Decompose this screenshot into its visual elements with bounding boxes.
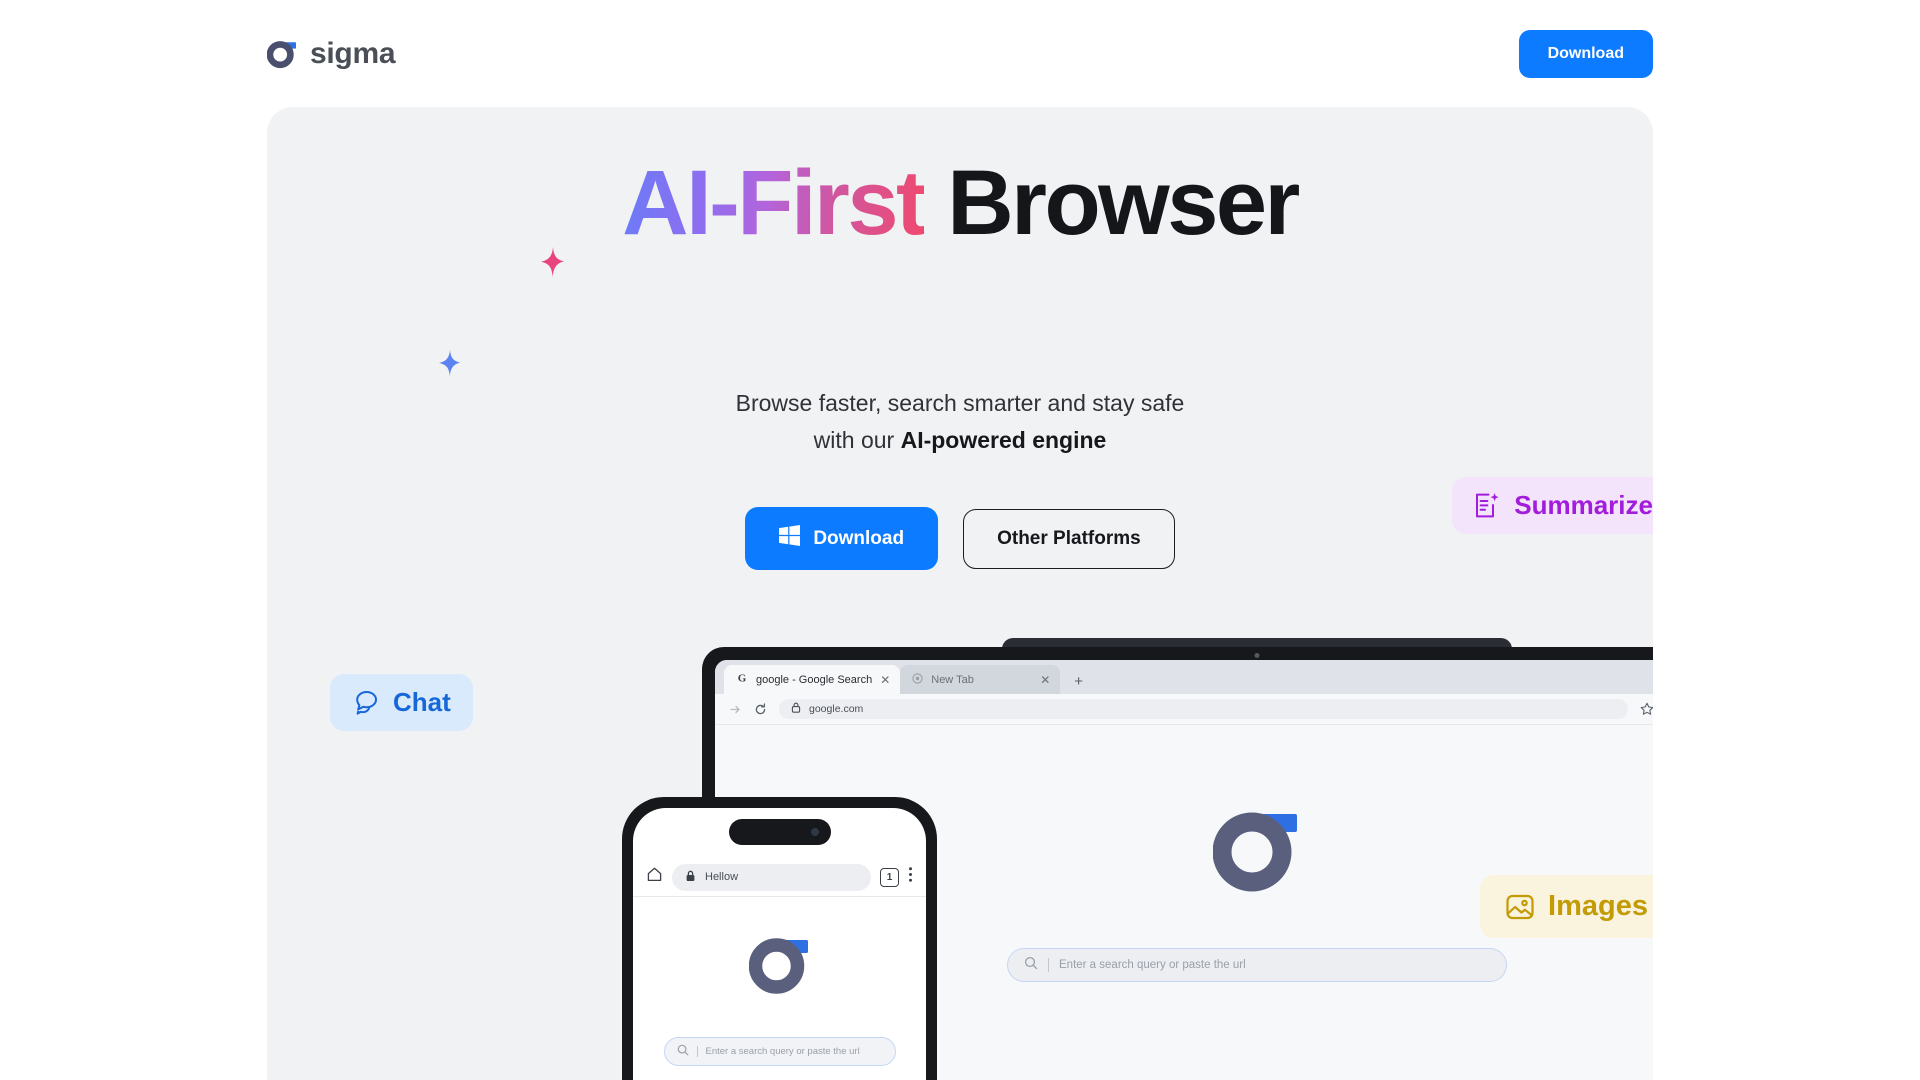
hero-subtitle-line1: Browse faster, search smarter and stay s…	[735, 390, 1185, 416]
browser-tab-newtab-close-icon[interactable]: ✕	[1040, 673, 1050, 687]
hero-section: AI-First Browser Browse faster, search s…	[267, 107, 1653, 1080]
hero-download-button[interactable]: Download	[745, 507, 939, 570]
feature-chip-images-label: Images	[1548, 890, 1648, 922]
hero-subtitle-line2-prefix: with our	[813, 427, 901, 453]
browser-tab-strip: G google - Google Search ✕ New Tab ✕ +	[715, 660, 1653, 694]
hero-subtitle: Browse faster, search smarter and stay s…	[267, 385, 1653, 459]
browser-url-text: google.com	[809, 703, 864, 715]
phone-notch	[728, 819, 831, 845]
search-divider	[696, 1046, 698, 1057]
header-download-button[interactable]: Download	[1518, 29, 1653, 78]
new-tab-favicon-icon	[912, 672, 923, 687]
new-tab-button[interactable]: +	[1060, 673, 1095, 694]
phone-tab-count[interactable]: 1	[880, 867, 899, 887]
browser-toolbar: google.com	[715, 694, 1653, 725]
svg-text:G: G	[738, 673, 747, 685]
browser-tab-close-icon[interactable]: ✕	[880, 673, 890, 687]
phone-url-bar[interactable]: Hellow	[672, 863, 871, 891]
forward-arrow-icon[interactable]	[729, 703, 742, 716]
sparkle-star-blue-icon	[438, 350, 462, 376]
bookmark-star-icon[interactable]	[1640, 702, 1653, 716]
search-divider	[1048, 958, 1049, 972]
feature-chip-summarize-label: Summarize	[1514, 490, 1653, 520]
page-title: AI-First Browser	[267, 157, 1653, 249]
other-platforms-button[interactable]: Other Platforms	[963, 508, 1175, 569]
home-icon[interactable]	[646, 866, 663, 888]
lock-icon	[685, 870, 696, 885]
browser-tab-newtab[interactable]: New Tab ✕	[900, 665, 1061, 694]
sigma-logo-phone-icon	[748, 933, 811, 995]
phone-search-input[interactable]: Enter a search query or paste the url	[663, 1037, 896, 1066]
browser-tab-newtab-title: New Tab	[931, 673, 974, 686]
landing-page: sigma Download AI-First Browser Browse f…	[0, 0, 1920, 1080]
feature-chip-summarize[interactable]: Summarize	[1452, 477, 1653, 534]
phone-toolbar: Hellow 1	[633, 858, 926, 896]
phone-new-tab-content: Enter a search query or paste the url	[633, 896, 926, 1080]
hero-title-gradient: AI-First	[622, 152, 927, 254]
hero-title-rest: Browser	[947, 152, 1300, 254]
hero-download-label: Download	[813, 527, 905, 549]
sigma-logo-large-icon	[1212, 805, 1301, 893]
phone-frame: Hellow 1 Enter a search query or paste t…	[622, 797, 937, 1080]
browser-url-bar[interactable]: google.com	[779, 699, 1628, 719]
phone-search-placeholder: Enter a search query or paste the url	[705, 1046, 860, 1057]
laptop-camera-icon	[1254, 653, 1260, 658]
cta-button-row: Download Other Platforms	[267, 507, 1653, 570]
browser-toolbar-actions	[1640, 702, 1653, 717]
phone-menu-icon[interactable]	[908, 866, 913, 888]
images-icon	[1505, 892, 1535, 922]
sigma-logo-icon	[266, 39, 297, 69]
phone-camera-icon	[810, 828, 819, 836]
brand-name: sigma	[310, 36, 396, 70]
phone-mockup: Hellow 1 Enter a search query or paste t…	[622, 797, 937, 1080]
windows-logo-icon	[779, 525, 801, 552]
site-header: sigma Download	[0, 0, 1920, 107]
feature-chip-chat[interactable]: Chat	[330, 674, 473, 731]
feature-chip-chat-label: Chat	[393, 687, 451, 717]
phone-url-text: Hellow	[705, 871, 739, 883]
phone-screen: Hellow 1 Enter a search query or paste t…	[633, 808, 926, 1080]
sparkle-star-pink-icon	[539, 247, 565, 277]
lock-icon	[791, 702, 801, 716]
browser-search-input[interactable]: Enter a search query or paste the url	[1007, 948, 1507, 982]
google-favicon-icon: G	[736, 672, 748, 687]
browser-search-placeholder: Enter a search query or paste the url	[1059, 959, 1246, 971]
search-icon	[677, 1043, 689, 1061]
summarize-icon	[1474, 492, 1501, 519]
browser-tab-active[interactable]: G google - Google Search ✕	[724, 665, 901, 694]
search-icon	[1024, 956, 1038, 975]
brand-logo-group[interactable]: sigma	[266, 36, 396, 71]
browser-tab-active-title: google - Google Search	[756, 673, 873, 686]
chat-bubble-icon	[352, 689, 380, 716]
hero-subtitle-line2-bold: AI-powered engine	[900, 427, 1107, 453]
reload-icon[interactable]	[754, 702, 767, 716]
feature-chip-images[interactable]: Images	[1480, 875, 1653, 938]
